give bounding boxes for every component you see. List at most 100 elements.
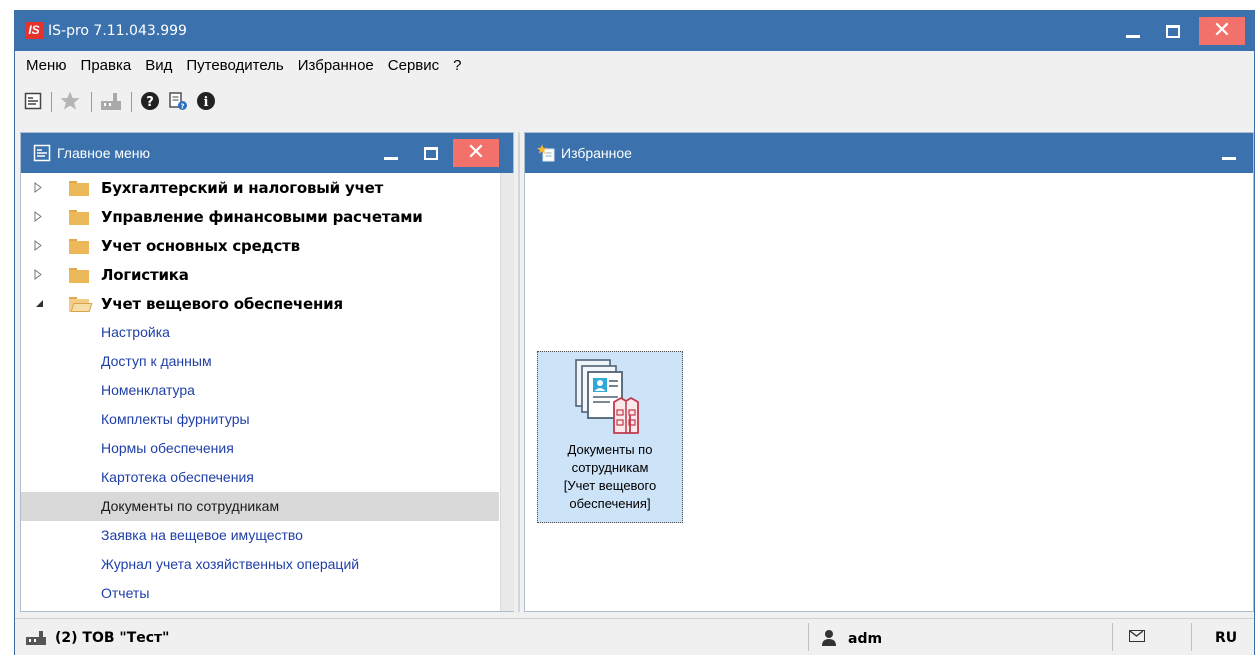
tree-item-label: Номенклатура — [101, 382, 195, 398]
folder-open-icon — [69, 297, 93, 312]
tree-item-label: Настройка — [101, 324, 170, 340]
panel-minimize-button[interactable] — [373, 133, 409, 173]
tree-item-settings[interactable]: Настройка — [21, 318, 499, 347]
maximize-button[interactable] — [1153, 11, 1193, 51]
app-logo: IS — [25, 22, 43, 39]
info-button[interactable]: i — [195, 90, 217, 112]
tree-item-employee-documents[interactable]: Документы по сотрудникам — [21, 492, 499, 521]
maximize-icon — [424, 146, 438, 160]
favorite-tile-label: Документы по сотрудникам [Учет вещевого … — [538, 441, 682, 513]
tree-group-label: Учет основных средств — [101, 237, 300, 255]
menu-item-service[interactable]: Сервис — [388, 57, 439, 74]
menu-item-favorites[interactable]: Избранное — [298, 57, 374, 74]
toolbar-separator — [91, 92, 92, 112]
user-icon — [822, 630, 836, 646]
status-separator — [1112, 623, 1113, 651]
expand-arrow-icon[interactable] — [34, 211, 42, 222]
expand-arrow-icon[interactable] — [34, 240, 42, 251]
folder-icon — [69, 268, 89, 283]
tree-group-finance[interactable]: Управление финансовыми расчетами — [21, 202, 499, 231]
tree-group-clothing-supply[interactable]: Учет вещевого обеспечения — [21, 289, 499, 318]
tree-item-supply-cards[interactable]: Картотека обеспечения — [21, 463, 499, 492]
window-title: IS-pro 7.11.043.999 — [48, 23, 187, 39]
expand-arrow-icon[interactable] — [34, 182, 42, 193]
tree-item-label: Отчеты — [101, 585, 150, 601]
panel-close-button[interactable]: ✕ — [453, 139, 499, 167]
tree-group-fixed-assets[interactable]: Учет основных средств — [21, 231, 499, 260]
status-bar: (2) ТОВ "Тест" adm RU — [15, 618, 1254, 655]
status-user[interactable]: adm — [848, 631, 882, 647]
title-bar[interactable]: IS IS-pro 7.11.043.999 ✕ — [15, 11, 1254, 51]
favorites-minimize-button[interactable] — [1211, 133, 1247, 173]
menu-item-guide[interactable]: Путеводитель — [186, 57, 283, 74]
main-menu-panel-header: Главное меню ✕ — [21, 133, 513, 173]
documents-help-button[interactable]: ? — [167, 90, 189, 112]
favorite-tile-employee-documents[interactable]: Документы по сотрудникам [Учет вещевого … — [537, 351, 683, 523]
favorites-panel: Избранное Документы по сотрудникам [Учет… — [524, 132, 1254, 612]
main-window: IS IS-pro 7.11.043.999 ✕ Меню Правка Вид… — [14, 10, 1255, 655]
mail-icon[interactable] — [1129, 630, 1145, 642]
main-menu-button[interactable] — [23, 90, 43, 112]
help-icon: ? — [141, 92, 159, 110]
favorites-panel-header: Избранное — [525, 133, 1253, 173]
tree-item-label: Журнал учета хозяйственных операций — [101, 556, 360, 572]
menu-item-help[interactable]: ? — [453, 57, 461, 74]
status-language[interactable]: RU — [1215, 630, 1237, 646]
info-icon: i — [197, 92, 215, 110]
tree-item-nomenclature[interactable]: Номенклатура — [21, 376, 499, 405]
organization-button[interactable] — [99, 90, 123, 112]
tree-item-label: Картотека обеспечения — [101, 469, 254, 485]
tree-group-label: Управление финансовыми расчетами — [101, 208, 423, 226]
tree-item-label: Доступ к данным — [101, 353, 212, 369]
help-button[interactable]: ? — [139, 90, 161, 112]
minimize-icon — [1126, 34, 1140, 38]
favorites-panel-title: Избранное — [561, 145, 632, 161]
tree-item-fittings-sets[interactable]: Комплекты фурнитуры — [21, 405, 499, 434]
minimize-button[interactable] — [1113, 11, 1153, 51]
vertical-scrollbar[interactable] — [500, 173, 514, 611]
tree-item-data-access[interactable]: Доступ к данным — [21, 347, 499, 376]
employee-documents-clothing-icon — [575, 359, 639, 434]
panel-maximize-button[interactable] — [413, 133, 449, 173]
toolbar-separator — [131, 92, 132, 112]
organization-icon — [26, 631, 46, 645]
favorites-button[interactable] — [58, 90, 82, 112]
minimize-icon — [1222, 156, 1236, 160]
expand-arrow-icon[interactable] — [34, 269, 42, 280]
tree-item-label: Заявка на вещевое имущество — [101, 527, 303, 543]
svg-text:i: i — [204, 95, 209, 110]
tree-group-logistics[interactable]: Логистика — [21, 260, 499, 289]
tree-item-reports[interactable]: Отчеты — [21, 579, 499, 608]
menu-item-menu[interactable]: Меню — [26, 57, 67, 74]
main-menu-panel-title: Главное меню — [57, 145, 151, 161]
tree-item-property-request[interactable]: Заявка на вещевое имущество — [21, 521, 499, 550]
collapse-arrow-icon[interactable] — [34, 298, 44, 308]
favorite-label-line: обеспечения] — [569, 496, 651, 511]
panel-splitter[interactable] — [514, 132, 524, 612]
status-separator — [808, 623, 809, 651]
tree-group-accounting[interactable]: Бухгалтерский и налоговый учет — [21, 173, 499, 202]
tree-item-label: Документы по сотрудникам — [101, 498, 280, 514]
close-button[interactable]: ✕ — [1199, 17, 1245, 45]
tree-item-operations-journal[interactable]: Журнал учета хозяйственных операций — [21, 550, 499, 579]
folder-icon — [69, 210, 89, 225]
favorites-star-icon — [60, 91, 80, 110]
main-menu-icon — [33, 144, 51, 162]
status-organization[interactable]: (2) ТОВ "Тест" — [55, 630, 169, 646]
toolbar: ? ? i — [15, 79, 1254, 123]
menu-bar: Меню Правка Вид Путеводитель Избранное С… — [15, 51, 1254, 79]
tree-group-label: Логистика — [101, 266, 189, 284]
tree-group-label: Бухгалтерский и налоговый учет — [101, 179, 384, 197]
menu-item-view[interactable]: Вид — [145, 57, 172, 74]
tree-item-label: Комплекты фурнитуры — [101, 411, 250, 427]
favorites-add-icon — [537, 144, 555, 162]
main-menu-tree: Бухгалтерский и налоговый учет Управлени… — [21, 173, 499, 613]
menu-item-edit[interactable]: Правка — [81, 57, 132, 74]
svg-text:?: ? — [180, 103, 184, 111]
svg-text:?: ? — [146, 95, 154, 110]
tree-item-supply-norms[interactable]: Нормы обеспечения — [21, 434, 499, 463]
minimize-icon — [384, 156, 398, 160]
tree-item-label: Нормы обеспечения — [101, 440, 234, 456]
tree-group-label: Учет вещевого обеспечения — [101, 295, 343, 313]
close-icon: ✕ — [1212, 18, 1232, 43]
